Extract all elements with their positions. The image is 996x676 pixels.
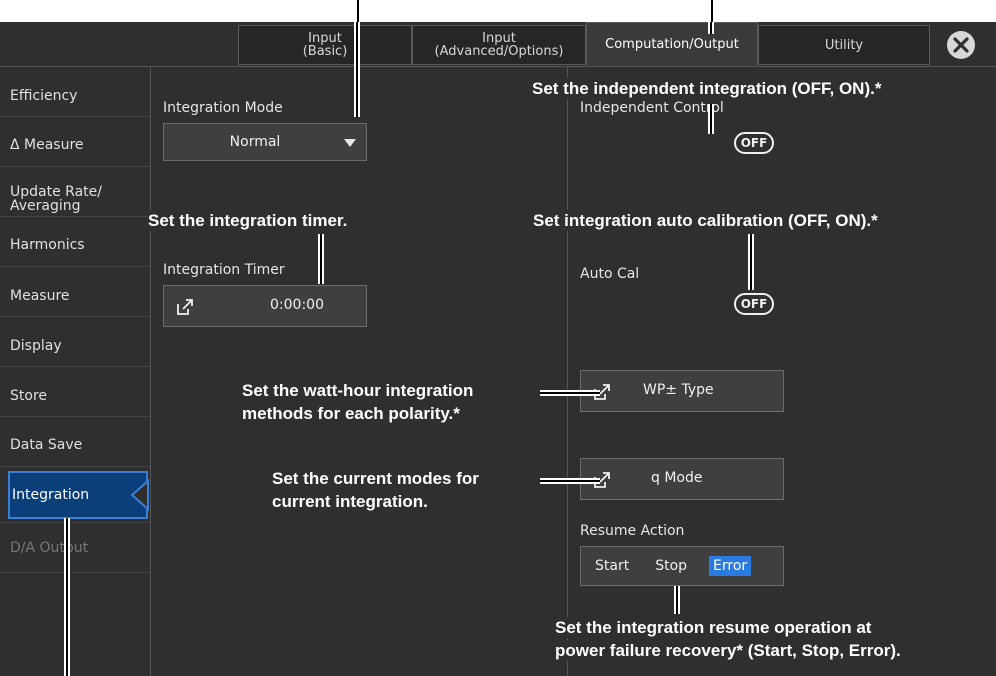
sidebar-item-update-rate-averaging[interactable]: Update Rate/ Averaging bbox=[0, 185, 150, 213]
leader-mode bbox=[354, 22, 360, 117]
sidebar-item-da-output: D/A Output bbox=[10, 540, 89, 556]
sidebar-item-measure[interactable]: Measure bbox=[0, 289, 150, 303]
sidebar-item-integration[interactable]: Integration bbox=[8, 471, 148, 519]
integration-mode-label: Integration Mode bbox=[163, 100, 283, 116]
sidebar-item-delta-measure[interactable]: Δ Measure bbox=[0, 138, 150, 152]
annotation-q-line1: Set the current modes for bbox=[272, 468, 479, 489]
annotation-resume-line1: Set the integration resume operation at bbox=[555, 617, 872, 638]
auto-cal-label: Auto Cal bbox=[580, 266, 640, 282]
leader-top-tab bbox=[711, 0, 713, 22]
tab-input-advanced[interactable]: Input (Advanced/Options) bbox=[412, 25, 586, 65]
tab-computation-output[interactable]: Computation/Output bbox=[586, 22, 758, 66]
wp-type-label: WP± Type bbox=[643, 382, 714, 398]
active-pointer-icon bbox=[130, 479, 149, 511]
independent-control-label: Independent Control bbox=[580, 100, 724, 116]
annotation-timer: Set the integration timer. bbox=[148, 210, 348, 231]
popup-icon bbox=[177, 299, 193, 315]
annotation-independent: Set the independent integration (OFF, ON… bbox=[532, 78, 882, 99]
instrument-screen: Input (Basic) Input (Advanced/Options) C… bbox=[0, 22, 996, 676]
sidebar-item-harmonics[interactable]: Harmonics bbox=[0, 238, 150, 252]
tab-bar: Input (Basic) Input (Advanced/Options) C… bbox=[0, 22, 996, 67]
chevron-down-icon bbox=[344, 139, 356, 147]
annotation-autocal: Set integration auto calibration (OFF, O… bbox=[533, 210, 878, 231]
close-icon[interactable] bbox=[944, 28, 978, 62]
leader-timer bbox=[318, 234, 324, 284]
sidebar-item-efficiency[interactable]: Efficiency bbox=[0, 89, 150, 103]
resume-option-stop[interactable]: Stop bbox=[651, 556, 691, 576]
sidebar-item-display[interactable]: Display bbox=[0, 339, 150, 353]
annotation-wp-line2: methods for each polarity.* bbox=[242, 403, 460, 424]
annotation-resume-line2: power failure recovery* (Start, Stop, Er… bbox=[555, 640, 901, 661]
resume-option-start[interactable]: Start bbox=[591, 556, 633, 576]
leader-wp bbox=[540, 390, 600, 396]
leader-top-mode bbox=[357, 0, 359, 22]
auto-cal-toggle[interactable]: OFF bbox=[734, 293, 774, 315]
tab-input-basic[interactable]: Input (Basic) bbox=[238, 25, 412, 65]
integration-timer-value: 0:00:00 bbox=[270, 297, 324, 313]
sidebar-item-label: Integration bbox=[12, 487, 90, 503]
q-mode-label: q Mode bbox=[651, 470, 703, 486]
resume-action-selector[interactable]: Start Stop Error bbox=[580, 546, 784, 586]
integration-mode-value: Normal bbox=[229, 134, 281, 150]
integration-timer-button[interactable]: 0:00:00 bbox=[163, 285, 367, 327]
integration-mode-dropdown[interactable]: Normal bbox=[163, 123, 367, 161]
leader-resume bbox=[674, 586, 680, 614]
tab-utility[interactable]: Utility bbox=[758, 25, 930, 65]
leader-tab bbox=[708, 22, 714, 34]
q-mode-button[interactable]: q Mode bbox=[580, 458, 784, 500]
leader-integration bbox=[64, 518, 70, 676]
column-divider bbox=[567, 67, 568, 676]
leader-independent bbox=[708, 104, 714, 134]
independent-control-toggle[interactable]: OFF bbox=[734, 132, 774, 154]
sidebar-item-data-save[interactable]: Data Save bbox=[0, 438, 150, 452]
annotation-q-line2: current integration. bbox=[272, 491, 428, 512]
leader-autocal bbox=[748, 234, 754, 290]
integration-timer-label: Integration Timer bbox=[163, 262, 285, 278]
resume-option-error[interactable]: Error bbox=[709, 556, 752, 576]
annotation-wp-line1: Set the watt-hour integration bbox=[242, 380, 474, 401]
wp-type-button[interactable]: WP± Type bbox=[580, 370, 784, 412]
leader-q bbox=[540, 478, 600, 484]
resume-action-label: Resume Action bbox=[580, 523, 685, 539]
sidebar-item-store[interactable]: Store bbox=[0, 389, 150, 403]
sidebar: Efficiency Δ Measure Update Rate/ Averag… bbox=[0, 67, 151, 676]
